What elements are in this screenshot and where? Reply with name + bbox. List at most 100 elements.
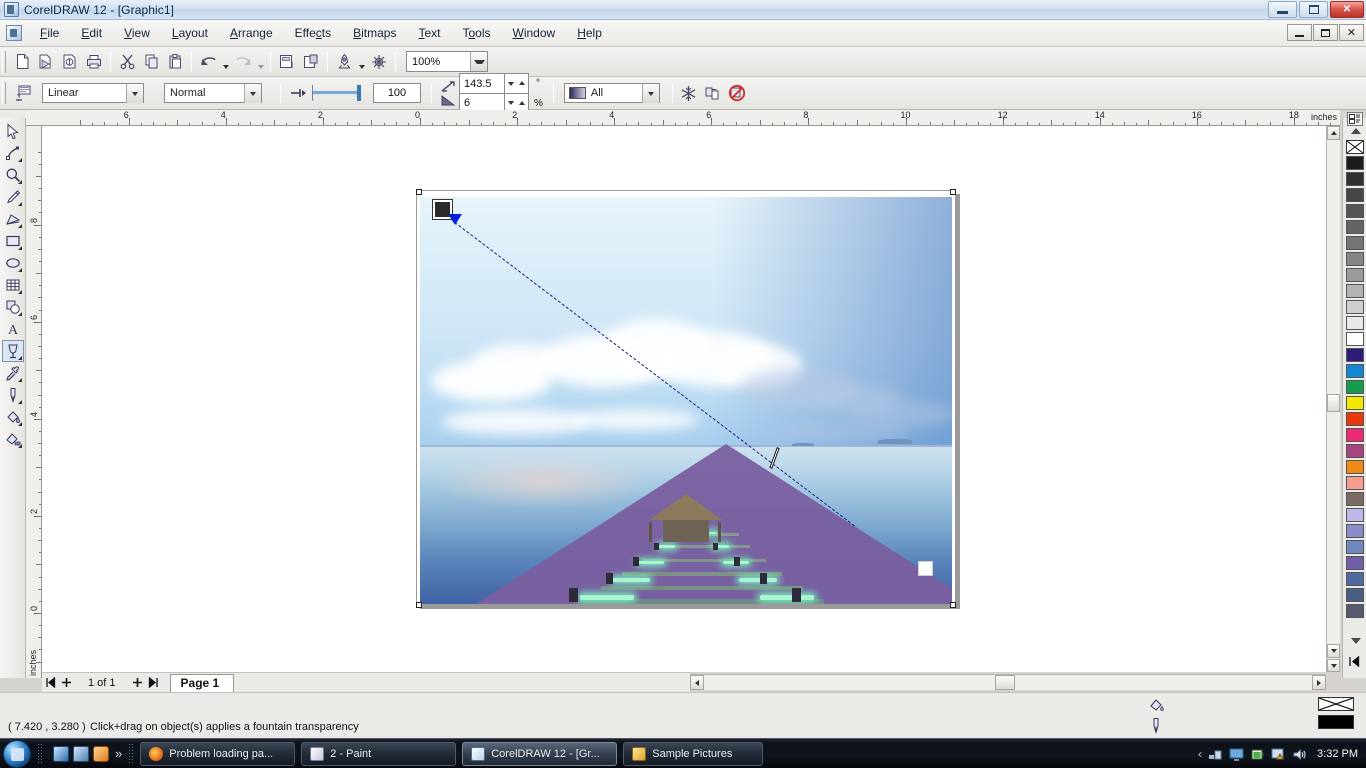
add-page-after-button[interactable] <box>130 675 146 691</box>
media-player-icon[interactable] <box>93 745 109 762</box>
start-button[interactable] <box>3 739 31 768</box>
mdi-restore-button[interactable] <box>1313 24 1338 41</box>
export-button[interactable] <box>299 50 323 74</box>
palette-swatch[interactable] <box>1346 412 1364 426</box>
vertical-ruler[interactable]: inches 8 6 4 2 0 <box>26 126 42 678</box>
palette-swatch[interactable] <box>1346 332 1364 346</box>
zoom-level-dropdown-arrow[interactable] <box>470 52 487 71</box>
taskbar-button-coreldraw[interactable]: CorelDRAW 12 - [Gr... <box>462 741 618 766</box>
cut-button[interactable] <box>115 50 139 74</box>
drawing-canvas[interactable] <box>42 126 1326 672</box>
palette-swatch[interactable] <box>1346 428 1364 442</box>
horizontal-ruler[interactable]: inches 6 4 2 0 2 4 6 8 10 12 14 16 18 <box>26 110 1340 126</box>
transparency-direction-arrow[interactable] <box>448 214 462 225</box>
volume-icon[interactable] <box>1292 747 1307 762</box>
outline-tool[interactable] <box>2 384 24 406</box>
merge-mode-combo[interactable]: Normal <box>164 83 262 103</box>
transparency-type-combo[interactable]: Linear <box>42 83 144 103</box>
taskbar-button-firefox[interactable]: Problem loading pa... <box>140 741 296 766</box>
scroll-right-button[interactable] <box>1312 675 1326 690</box>
selection-node-bottom-left[interactable] <box>416 602 422 608</box>
apply-to-combo[interactable]: All <box>563 83 660 103</box>
zoom-level-combo[interactable]: 100% <box>406 51 488 72</box>
palette-scroll-up-icon[interactable] <box>1351 128 1361 134</box>
palette-swatch[interactable] <box>1346 540 1364 554</box>
network-icon[interactable] <box>1208 747 1223 762</box>
palette-swatch[interactable] <box>1346 380 1364 394</box>
new-document-button[interactable] <box>10 50 34 74</box>
palette-swatch[interactable] <box>1346 284 1364 298</box>
save-button[interactable] <box>58 50 82 74</box>
rectangle-tool[interactable] <box>2 230 24 252</box>
vertical-scrollbar[interactable] <box>1326 126 1340 672</box>
import-button[interactable] <box>275 50 299 74</box>
vertical-scroll-thumb[interactable] <box>1327 394 1340 412</box>
menu-view[interactable]: View <box>113 22 161 44</box>
outline-color-swatch[interactable] <box>1318 715 1354 729</box>
palette-swatch[interactable] <box>1346 268 1364 282</box>
quick-launch-grip[interactable] <box>37 742 43 765</box>
palette-swatch[interactable] <box>1346 572 1364 586</box>
freehand-tool[interactable] <box>2 186 24 208</box>
taskbar-button-paint[interactable]: 2 - Paint <box>301 741 457 766</box>
palette-swatch[interactable] <box>1346 236 1364 250</box>
add-page-before-button[interactable] <box>58 675 74 691</box>
palette-swatch[interactable] <box>1346 348 1364 362</box>
minimize-button[interactable] <box>1268 1 1297 18</box>
horizontal-scrollbar[interactable] <box>690 674 1326 690</box>
display-icon[interactable] <box>1229 747 1244 762</box>
mdi-minimize-button[interactable] <box>1287 24 1312 41</box>
copy-transparency-properties-button[interactable] <box>701 81 725 105</box>
menu-help[interactable]: Help <box>566 22 613 44</box>
smart-drawing-tool[interactable] <box>2 208 24 230</box>
interactive-blend-tool[interactable] <box>2 296 24 318</box>
palette-swatch[interactable] <box>1346 172 1364 186</box>
first-page-button[interactable] <box>42 675 58 691</box>
palette-swatch[interactable] <box>1346 156 1364 170</box>
scroll-up-button[interactable] <box>1327 126 1340 140</box>
eyedropper-tool[interactable] <box>2 362 24 384</box>
page-tab-page-1[interactable]: Page 1 <box>169 673 235 692</box>
interactive-fill-tool[interactable] <box>2 428 24 450</box>
print-button[interactable] <box>82 50 106 74</box>
fill-tool[interactable] <box>2 406 24 428</box>
battery-icon[interactable] <box>1250 747 1265 762</box>
show-desktop-icon[interactable] <box>53 745 69 762</box>
selection-node-bottom-right[interactable] <box>950 602 956 608</box>
angle-spinner[interactable] <box>505 73 529 93</box>
corel-online-button[interactable] <box>367 50 391 74</box>
no-color-swatch[interactable] <box>1346 140 1364 154</box>
undo-button[interactable] <box>196 50 220 74</box>
copy-button[interactable] <box>139 50 163 74</box>
property-bar-grip[interactable] <box>2 82 6 104</box>
merge-mode-dropdown-arrow[interactable] <box>244 84 261 103</box>
selection-node-top-right[interactable] <box>950 189 956 195</box>
palette-swatch[interactable] <box>1346 444 1364 458</box>
palette-swatch[interactable] <box>1346 604 1364 618</box>
menu-text[interactable]: Text <box>407 22 451 44</box>
outline-color-icon[interactable] <box>1148 717 1164 737</box>
palette-swatch[interactable] <box>1346 252 1364 266</box>
taskbar-clock[interactable]: 3:32 PM <box>1317 748 1358 760</box>
fill-color-icon[interactable] <box>1148 697 1166 717</box>
edit-transparency-button[interactable] <box>10 80 36 106</box>
midpoint-value-field[interactable]: 100 <box>373 83 421 103</box>
palette-swatch[interactable] <box>1346 316 1364 330</box>
horizontal-scroll-thumb[interactable] <box>995 675 1015 690</box>
taskbar-button-sample-pictures[interactable]: Sample Pictures <box>623 741 764 766</box>
scroll-left-button[interactable] <box>690 675 704 690</box>
palette-swatch[interactable] <box>1346 508 1364 522</box>
redo-dropdown[interactable] <box>255 50 266 74</box>
palette-expand-icon[interactable] <box>1347 112 1363 126</box>
paste-button[interactable] <box>163 50 187 74</box>
menu-window[interactable]: Window <box>502 22 567 44</box>
palette-swatch[interactable] <box>1346 220 1364 234</box>
tropical-pier-photo[interactable] <box>420 197 952 604</box>
apply-to-dropdown-arrow[interactable] <box>641 84 659 103</box>
shape-tool[interactable] <box>2 142 24 164</box>
taskbar-grip[interactable] <box>128 742 135 765</box>
transparency-type-dropdown-arrow[interactable] <box>126 84 143 103</box>
palette-swatch[interactable] <box>1346 556 1364 570</box>
menu-tools[interactable]: Tools <box>451 22 501 44</box>
restore-button[interactable] <box>1299 1 1328 18</box>
